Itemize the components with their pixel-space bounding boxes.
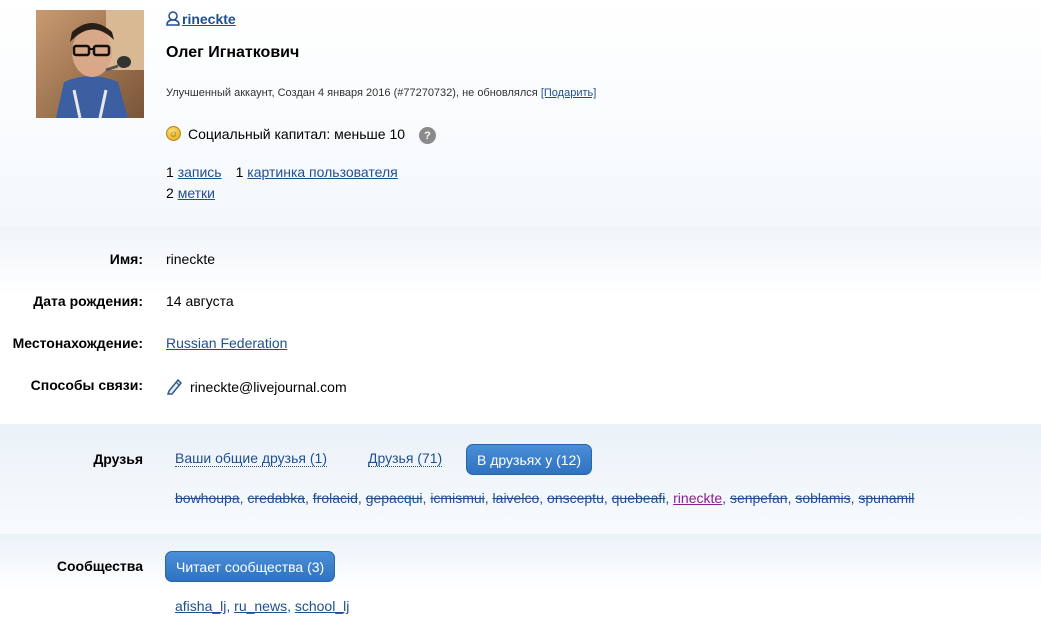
user-head-icon[interactable] — [166, 11, 180, 29]
contact-label: Способы связи: — [30, 377, 143, 393]
social-capital: ☺ Социальный капитал: меньше 10 ? — [166, 123, 437, 144]
list-item-link[interactable]: laivelco — [493, 490, 540, 506]
list-separator: , — [665, 490, 674, 506]
entries-count: 1 — [166, 164, 174, 180]
list-separator: , — [484, 490, 493, 506]
community-list: afisha_lj, ru_news, school_lj — [175, 598, 349, 614]
communities-label: Сообщества — [56, 558, 143, 574]
full-name: Олег Игнаткович — [166, 44, 300, 61]
list-item-link[interactable]: soblamis — [795, 490, 850, 506]
list-separator: , — [722, 490, 730, 506]
profile-info: Имя: rineckte Дата рождения: 14 августа … — [0, 226, 1041, 424]
list-item-link[interactable]: gepacqui — [366, 490, 423, 506]
username-link[interactable]: rineckte — [182, 11, 236, 27]
list-item-link[interactable]: onsceptu — [547, 490, 604, 506]
userpic-avatar[interactable] — [36, 10, 144, 118]
communities-section: Сообщества Читает сообщества (3) afisha_… — [0, 534, 1041, 627]
name-label: Имя: — [109, 251, 143, 267]
entries-link[interactable]: запись — [178, 164, 222, 180]
list-item-link[interactable]: quebeafi — [612, 490, 666, 506]
tab-mutual-friends[interactable]: Ваши общие друзья (1) — [175, 450, 327, 467]
userpics-link[interactable]: картинка пользователя — [247, 164, 397, 180]
list-item-link[interactable]: bowhoupa — [175, 490, 240, 506]
gift-link[interactable]: [Подарить] — [541, 87, 596, 99]
coin-icon: ☺ — [166, 126, 181, 141]
account-meta-text: Улучшенный аккаунт, Создан 4 января 2016… — [166, 87, 541, 99]
birthday-value: 14 августа — [166, 293, 234, 309]
list-separator: , — [226, 598, 235, 614]
profile-stats: 1 запись 1 картинка пользователя 2 метки — [166, 162, 398, 204]
list-separator: , — [305, 490, 313, 506]
location-label: Местонахождение: — [12, 335, 143, 351]
help-icon[interactable]: ? — [419, 127, 437, 144]
list-item-link[interactable]: ru_news — [234, 598, 287, 614]
list-item-link[interactable]: afisha_lj — [175, 598, 226, 614]
list-item-link[interactable]: senpefan — [730, 490, 788, 506]
friends-label: Друзья — [93, 451, 143, 467]
profile-header: rineckte Олег Игнаткович Улучшенный акка… — [0, 0, 1041, 226]
pencil-icon — [166, 377, 184, 398]
list-item-link[interactable]: school_lj — [295, 598, 349, 614]
tags-link[interactable]: метки — [178, 185, 215, 201]
list-item-link[interactable]: frolacid — [313, 490, 358, 506]
list-separator: , — [357, 490, 366, 506]
userpics-count: 1 — [235, 164, 244, 180]
list-separator: , — [539, 490, 548, 506]
birthday-label: Дата рождения: — [33, 293, 143, 309]
tab-reads-communities[interactable]: Читает сообщества (3) — [165, 551, 336, 582]
tab-friends[interactable]: Друзья (71) — [368, 450, 443, 467]
tags-count: 2 — [166, 185, 174, 201]
friend-list: bowhoupa, credabka, frolacid, gepacqui, … — [175, 490, 914, 506]
list-item-link[interactable]: spunamil — [858, 490, 914, 506]
name-value: rineckte — [166, 251, 216, 267]
social-capital-text: Социальный капитал: меньше 10 — [188, 125, 406, 142]
location-link[interactable]: Russian Federation — [166, 335, 287, 351]
list-item-link[interactable]: credabka — [247, 490, 305, 506]
account-meta: Улучшенный аккаунт, Создан 4 января 2016… — [166, 87, 596, 99]
list-separator: , — [287, 598, 295, 614]
contact-email: rineckte@livejournal.com — [190, 379, 347, 395]
list-separator: , — [603, 490, 612, 506]
contact-value-wrap: rineckte@livejournal.com — [166, 377, 347, 398]
friends-section: Друзья Ваши общие друзья (1) Друзья (71)… — [0, 424, 1041, 534]
username-row: rineckte — [166, 11, 236, 29]
tab-friend-of[interactable]: В друзьях у (12) — [466, 444, 592, 475]
list-item-link[interactable]: icmismui — [430, 490, 484, 506]
list-item-link[interactable]: rineckte — [673, 490, 722, 506]
